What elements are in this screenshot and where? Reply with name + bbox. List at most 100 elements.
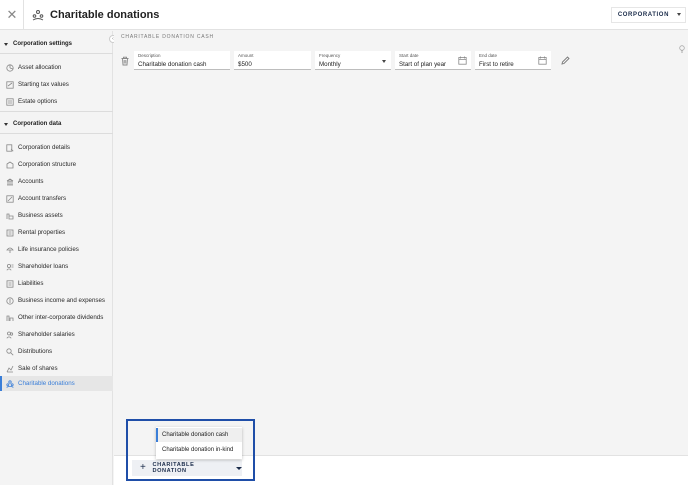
sidebar-item-label: Starting tax values (18, 81, 69, 88)
sidebar-item-label: Business assets (18, 212, 63, 219)
amount-value: $500 (238, 61, 252, 68)
sidebar-item-label: Other inter-corporate dividends (18, 314, 104, 321)
menu-item-charitable-donation-in-kind[interactable]: Charitable donation in-kind (156, 443, 242, 457)
sidebar-item-corporation-details[interactable]: Corporation details (0, 140, 113, 155)
description-field[interactable]: Description Charitable donation cash (134, 51, 230, 70)
end-date-field[interactable]: End date First to retire (475, 51, 551, 70)
chevron-down-icon (382, 60, 386, 63)
sidebar-item-label: Business income and expenses (18, 297, 106, 304)
main-panel: CHARITABLE DONATION CASH Description Cha… (114, 31, 688, 485)
section-label: Corporation data (13, 121, 62, 127)
section-divider (0, 53, 113, 54)
description-label: Description (138, 53, 161, 58)
app-window: ✕ Charitable donations CORPORATION Corpo… (0, 0, 688, 485)
sidebar-item-label: Distributions (18, 348, 53, 355)
donation-icon (32, 9, 44, 20)
accounts-icon (6, 178, 14, 186)
sidebar-item-label: Corporation details (18, 144, 70, 151)
sidebar-item-rental-properties[interactable]: Rental properties (0, 225, 113, 240)
sidebar-item-label: Life insurance policies (18, 246, 79, 253)
sidebar-item-label: Account transfers (18, 195, 67, 202)
sidebar-item-account-transfers[interactable]: Account transfers (0, 191, 113, 206)
description-value: Charitable donation cash (138, 61, 207, 68)
sidebar-item-other-inter-corporate-dividends[interactable]: Other inter-corporate dividends (0, 310, 113, 325)
start-date-value: Start of plan year (399, 61, 447, 68)
section-label: Corporation settings (13, 41, 73, 47)
header-divider (23, 0, 24, 30)
dividends-icon (6, 314, 14, 322)
menu-item-charitable-donation-cash[interactable]: Charitable donation cash (156, 428, 242, 442)
donation-row: Description Charitable donation cash Amo… (118, 50, 570, 71)
add-button-label: CHARITABLE DONATION (152, 462, 195, 474)
sidebar-item-label: Estate options (18, 98, 58, 105)
sidebar-item-distributions[interactable]: Distributions (0, 344, 113, 359)
end-date-value: First to retire (479, 61, 514, 68)
liabilities-icon (6, 279, 14, 288)
calendar-icon[interactable] (458, 56, 467, 65)
pencil-icon[interactable] (561, 56, 570, 65)
chevron-down-icon (677, 13, 681, 16)
section-label: CHARITABLE DONATION CASH (121, 34, 214, 40)
sidebar-item-shareholder-salaries[interactable]: Shareholder salaries (0, 327, 113, 342)
amount-label: Amount (238, 53, 254, 58)
caret-down-icon (4, 42, 8, 46)
end-date-label: End date (479, 53, 498, 58)
sidebar-item-label: Shareholder salaries (18, 331, 75, 338)
sidebar-item-business-assets[interactable]: Business assets (0, 208, 113, 223)
sidebar-item-accounts[interactable]: Accounts (0, 174, 113, 189)
start-date-label: Start date (399, 53, 419, 58)
estate-icon (6, 97, 14, 106)
sidebar-item-label: Asset allocation (18, 64, 62, 71)
add-donation-menu: Charitable donation cash Charitable dona… (156, 427, 242, 459)
page-title: Charitable donations (50, 8, 160, 21)
section-divider (0, 133, 113, 134)
calendar-icon[interactable] (538, 56, 547, 65)
sidebar-item-estate-options[interactable]: Estate options (0, 94, 113, 109)
entity-selector-button[interactable]: CORPORATION (610, 7, 686, 23)
sidebar-item-corporation-structure[interactable]: Corporation structure (0, 157, 113, 172)
sidebar-item-charitable-donations[interactable]: Charitable donations (0, 376, 113, 391)
sidebar-item-label: Charitable donations (18, 380, 75, 387)
rental-icon (6, 229, 14, 237)
section-toggle-corporation-data[interactable]: Corporation data (0, 117, 61, 131)
amount-field[interactable]: Amount $500 (234, 51, 311, 70)
sidebar-item-sale-of-shares[interactable]: Sale of shares (0, 361, 113, 376)
trash-icon[interactable] (120, 56, 130, 66)
sidebar-item-liabilities[interactable]: Liabilities (0, 276, 113, 291)
section-toggle-corporation-settings[interactable]: Corporation settings (0, 37, 72, 51)
sidebar-item-label: Liabilities (18, 280, 44, 287)
sidebar-item-business-income-and-expenses[interactable]: Business income and expenses (0, 293, 113, 308)
frequency-select[interactable]: Frequency Monthly (315, 51, 391, 70)
tax-icon (6, 80, 14, 89)
sidebar-item-asset-allocation[interactable]: Asset allocation (0, 60, 113, 75)
loans-icon (6, 263, 14, 271)
donation-icon (6, 379, 14, 388)
caret-down-icon (4, 122, 8, 126)
add-charitable-donation-button[interactable]: + CHARITABLE DONATION (132, 460, 242, 476)
insurance-icon (6, 246, 14, 254)
sidebar: Corporation settings Asset allocation St… (0, 31, 113, 485)
close-icon[interactable]: ✕ (1, 0, 23, 30)
lightbulb-icon[interactable] (678, 45, 686, 53)
sidebar-item-label: Sale of shares (18, 365, 58, 372)
sidebar-item-label: Rental properties (18, 229, 66, 236)
plus-icon: + (140, 462, 147, 473)
header-bar: ✕ Charitable donations CORPORATION (0, 0, 688, 30)
pie-icon (6, 63, 14, 72)
section-divider (0, 111, 113, 112)
structure-icon (6, 161, 14, 169)
sidebar-item-starting-tax-values[interactable]: Starting tax values (0, 77, 113, 92)
distributions-icon (6, 347, 14, 356)
shares-icon (6, 365, 14, 373)
salaries-icon (6, 331, 14, 339)
sidebar-item-label: Corporation structure (18, 161, 77, 168)
entity-selector-label: CORPORATION (617, 12, 669, 18)
details-icon (6, 143, 14, 152)
frequency-label: Frequency (319, 53, 341, 58)
business-icon (6, 212, 14, 220)
start-date-field[interactable]: Start date Start of plan year (395, 51, 471, 70)
sidebar-item-life-insurance-policies[interactable]: Life insurance policies (0, 242, 113, 257)
income-icon (6, 296, 14, 305)
sidebar-item-label: Accounts (18, 178, 44, 185)
sidebar-item-shareholder-loans[interactable]: Shareholder loans (0, 259, 113, 274)
